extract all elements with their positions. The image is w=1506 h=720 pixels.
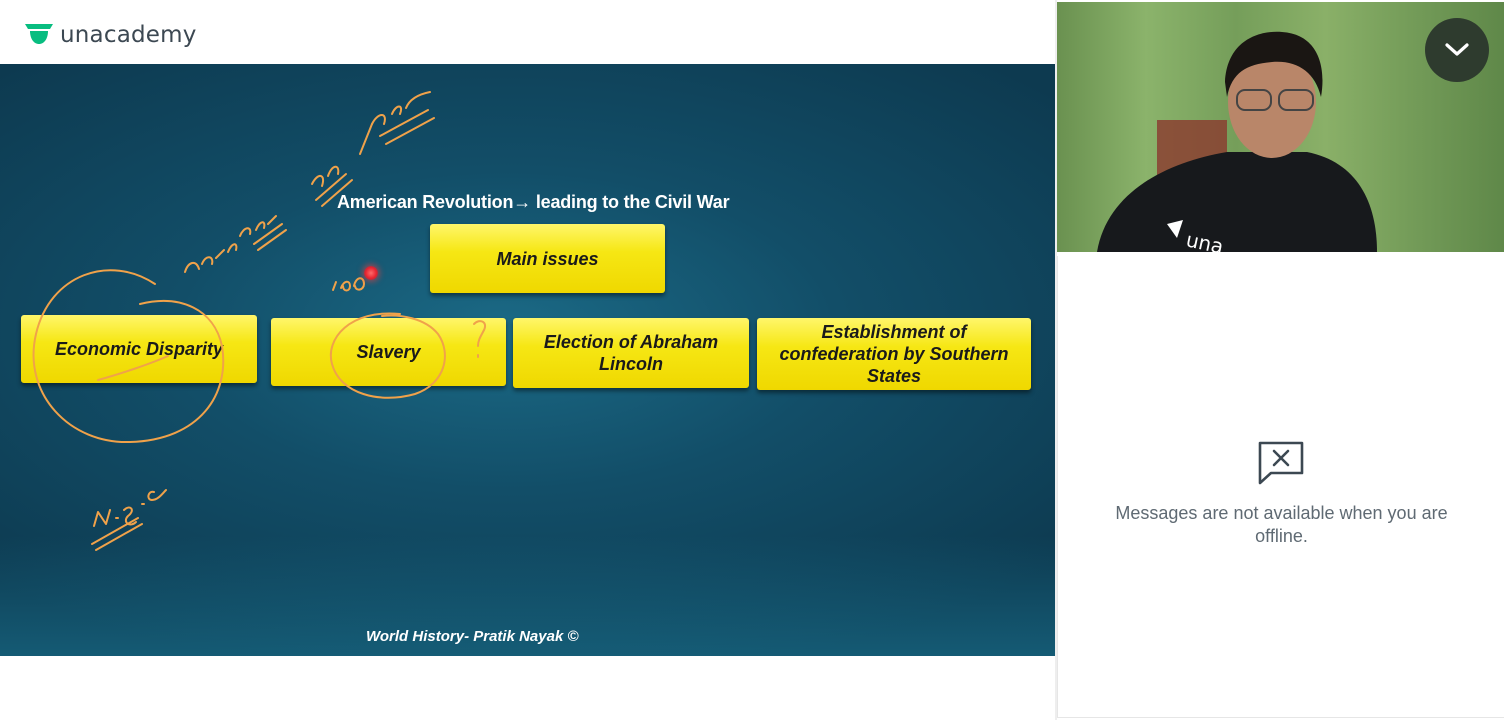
chat-panel: Messages are not available when you are … (1057, 256, 1504, 718)
unacademy-logo[interactable]: unacademy (24, 22, 197, 48)
laser-pointer (364, 266, 378, 280)
issue-label: Economic Disparity (54, 339, 224, 359)
issue-box-economic-disparity: Economic Disparity (21, 315, 257, 383)
main-issues-box: Main issues (430, 224, 665, 293)
issue-label: Election of Abraham Lincoln (543, 332, 719, 374)
ink-slash (359, 123, 373, 155)
ink-diagonal-text-2 (239, 215, 287, 251)
chevron-down-icon (1445, 43, 1469, 56)
issue-box-slavery: Slavery (271, 318, 506, 386)
issue-label: Slavery (356, 342, 421, 362)
slide-title: American Revolution→ leading to the Civi… (337, 192, 730, 212)
ink-nsc-note (93, 489, 167, 527)
issue-box-election-lincoln: Election of Abraham Lincoln (513, 318, 749, 388)
slide-footer: World History- Pratik Nayak © (366, 628, 579, 645)
presentation-slide: American Revolution→ leading to the Civi… (0, 64, 1055, 656)
issue-box-confederation: Establishment of confederation by Southe… (757, 318, 1031, 390)
live-class-app: unacademy American Revolution→ leading t… (0, 0, 1506, 720)
ink-diagonal-text-4 (371, 91, 435, 145)
unacademy-logo-icon (25, 24, 53, 44)
brand-name: unacademy (60, 22, 197, 48)
ink-diagonal-text-1 (184, 243, 238, 273)
collapse-video-button[interactable] (1425, 18, 1489, 82)
offline-message: Messages are not available when you are … (1115, 503, 1448, 546)
main-issues-label: Main issues (496, 248, 599, 269)
ink-year-note (332, 277, 365, 292)
message-off-icon (1258, 441, 1304, 485)
issue-label: Establishment of confederation by Southe… (779, 322, 1009, 386)
